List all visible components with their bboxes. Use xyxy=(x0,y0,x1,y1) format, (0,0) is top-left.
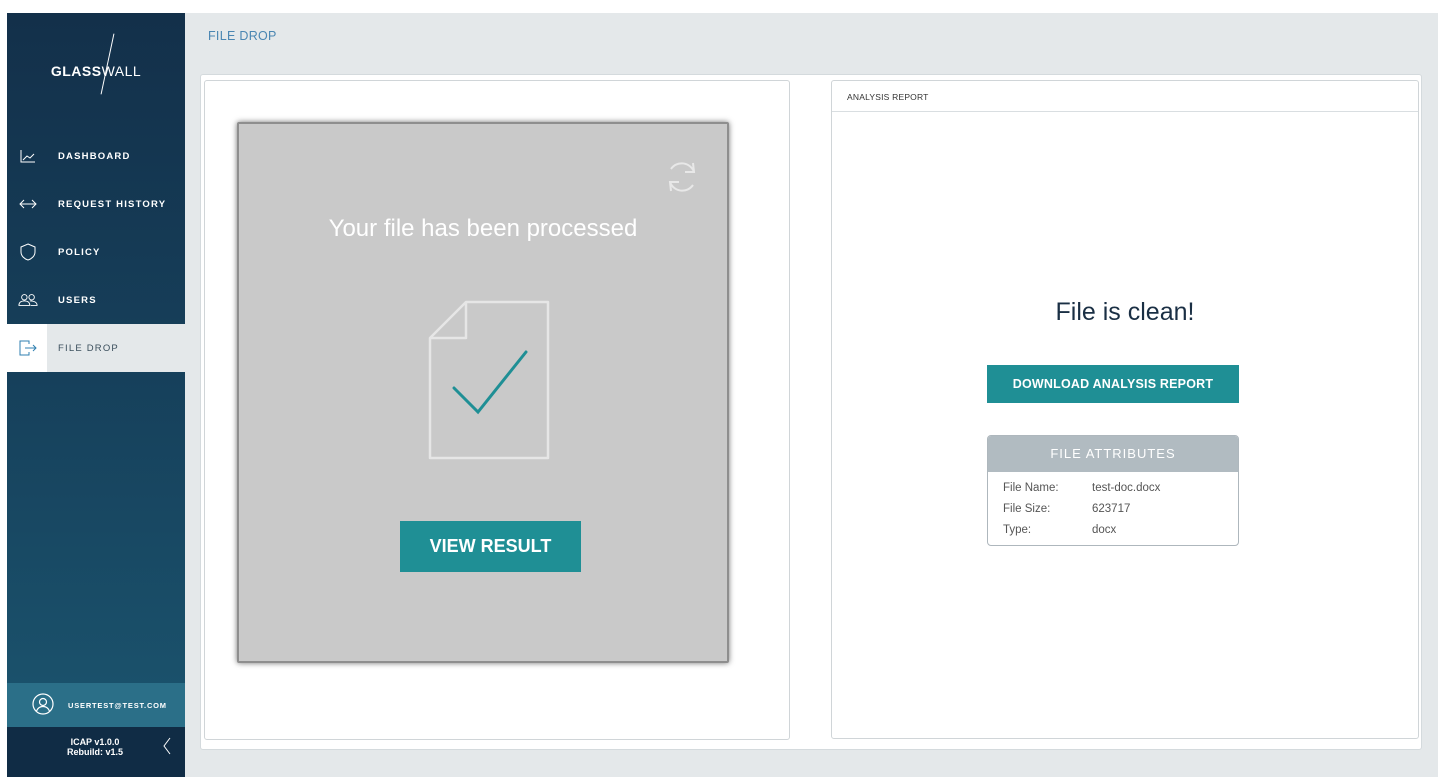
shield-icon xyxy=(18,243,38,261)
sidebar-item-dashboard[interactable]: DASHBOARD xyxy=(7,132,185,180)
attribute-row: File Name: test-doc.docx xyxy=(988,477,1238,498)
analysis-report-card: ANALYSIS REPORT File is clean! DOWNLOAD … xyxy=(831,80,1419,739)
drop-zone[interactable]: Your file has been processed VIEW RESULT xyxy=(237,122,729,663)
user-email: USERTEST@TEST.COM xyxy=(68,700,167,710)
clean-status: File is clean! xyxy=(1055,298,1195,326)
version-text: ICAP v1.0.0 Rebuild: v1.5 xyxy=(63,737,127,757)
file-attributes-title: FILE ATTRIBUTES xyxy=(988,436,1238,472)
version-info: ICAP v1.0.0 Rebuild: v1.5 xyxy=(7,727,185,777)
arrows-horizontal-icon xyxy=(18,195,38,213)
file-drop-icon xyxy=(18,339,38,357)
attribute-key: File Name: xyxy=(1003,482,1059,494)
view-result-button[interactable]: VIEW RESULT xyxy=(400,521,581,572)
file-attributes-list: File Name: test-doc.docx File Size: 6237… xyxy=(988,472,1238,540)
document-check-icon xyxy=(428,300,550,465)
sidebar: GLASSWALL DASHBOARD REQUEST HISTORY POLI… xyxy=(7,13,185,777)
download-report-button[interactable]: DOWNLOAD ANALYSIS REPORT xyxy=(987,365,1239,403)
attribute-value: test-doc.docx xyxy=(1092,482,1161,494)
file-attributes-panel: FILE ATTRIBUTES File Name: test-doc.docx… xyxy=(987,435,1239,546)
attribute-key: Type: xyxy=(1003,524,1032,536)
user-circle-icon xyxy=(32,693,54,720)
sidebar-item-label: USERS xyxy=(58,294,97,306)
user-account-bar[interactable]: USERTEST@TEST.COM xyxy=(7,683,185,727)
brand-logo-text: GLASSWALL xyxy=(51,33,141,94)
sidebar-item-label: DASHBOARD xyxy=(58,150,131,162)
icap-version: ICAP v1.0.0 xyxy=(70,737,120,747)
collapse-sidebar-chevron-icon[interactable] xyxy=(162,736,172,761)
attribute-row: File Size: 623717 xyxy=(988,498,1238,519)
processed-message: Your file has been processed xyxy=(328,215,638,242)
attribute-value: docx xyxy=(1092,524,1117,536)
attribute-row: Type: docx xyxy=(988,519,1238,540)
app-window: GLASSWALL DASHBOARD REQUEST HISTORY POLI… xyxy=(0,0,1448,777)
analysis-report-title: ANALYSIS REPORT xyxy=(832,81,1418,112)
chart-line-icon xyxy=(18,147,38,165)
page-header: FILE DROP xyxy=(185,13,1438,59)
sidebar-item-file-drop[interactable]: FILE DROP xyxy=(7,324,185,372)
sidebar-item-request-history[interactable]: REQUEST HISTORY xyxy=(7,180,185,228)
sidebar-item-label: POLICY xyxy=(58,246,101,258)
sidebar-nav: DASHBOARD REQUEST HISTORY POLICY USERS F… xyxy=(7,132,185,372)
drop-zone-inner: Your file has been processed VIEW RESULT xyxy=(245,130,721,655)
page-title: FILE DROP xyxy=(208,29,277,43)
sidebar-item-users[interactable]: USERS xyxy=(7,276,185,324)
sidebar-item-policy[interactable]: POLICY xyxy=(7,228,185,276)
logo[interactable]: GLASSWALL xyxy=(7,13,185,128)
refresh-icon[interactable] xyxy=(665,158,699,201)
users-icon xyxy=(18,291,38,309)
attribute-key: File Size: xyxy=(1003,503,1051,515)
sidebar-item-label: FILE DROP xyxy=(58,342,119,354)
attribute-value: 623717 xyxy=(1092,503,1131,515)
sidebar-item-label: REQUEST HISTORY xyxy=(58,198,167,210)
rebuild-version: Rebuild: v1.5 xyxy=(66,747,123,757)
